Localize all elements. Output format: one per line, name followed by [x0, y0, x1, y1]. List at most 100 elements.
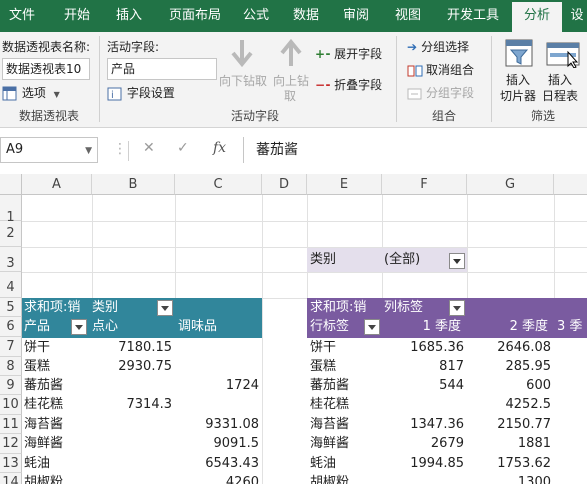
- pivot1-col-filter-dropdown[interactable]: [157, 300, 173, 316]
- pivot2-cell-g[interactable]: 1881: [467, 434, 554, 453]
- row-header[interactable]: 12: [0, 434, 22, 454]
- collapse-field-button[interactable]: −⁃ 折叠字段: [315, 76, 382, 93]
- pivot1-row-label[interactable]: 胡椒粉: [24, 473, 63, 484]
- tab-data[interactable]: 数据: [284, 0, 328, 32]
- col-header-e[interactable]: E: [307, 174, 382, 195]
- pivot2-cell-f[interactable]: 817: [382, 357, 467, 376]
- row-header[interactable]: 9: [0, 376, 22, 395]
- tab-insert[interactable]: 插入: [106, 0, 152, 32]
- options-chevron-icon: ▼: [53, 90, 60, 99]
- pivot-name-input[interactable]: 数据透视表10: [2, 58, 90, 80]
- row-header[interactable]: 8: [0, 357, 22, 376]
- col-header-b[interactable]: B: [92, 174, 175, 195]
- insert-timeline-button[interactable]: 插入: [548, 71, 572, 88]
- pivot1-cell-c[interactable]: 4260: [175, 473, 262, 484]
- function-icon[interactable]: fx: [213, 140, 226, 156]
- tab-analyze[interactable]: 分析: [512, 2, 562, 32]
- tab-view[interactable]: 视图: [386, 0, 430, 32]
- pivot1-row-label[interactable]: 海鲜酱: [24, 434, 63, 453]
- expand-field-button[interactable]: +⁃ 展开字段: [315, 45, 382, 62]
- tab-page-layout[interactable]: 页面布局: [160, 0, 230, 32]
- active-field-input[interactable]: 产品: [107, 58, 217, 80]
- name-box[interactable]: A9 ▼: [0, 137, 98, 163]
- row-header[interactable]: 3: [0, 247, 22, 272]
- pivot1-row-label-selected[interactable]: 蕃茄酱: [24, 376, 63, 395]
- pivot1-cell-c[interactable]: 9331.08: [175, 415, 262, 434]
- group-field-button[interactable]: 分组字段: [407, 84, 474, 101]
- pivot2-filter-value[interactable]: (全部): [384, 250, 420, 269]
- pivot2-cell-g[interactable]: 1753.62: [467, 454, 554, 473]
- pivot2-cell-g[interactable]: 600: [467, 376, 554, 395]
- field-settings-button[interactable]: i 字段设置: [107, 84, 175, 102]
- name-box-dropdown-icon[interactable]: ▼: [85, 139, 92, 163]
- pivot2-row-label[interactable]: 海鲜酱: [310, 434, 349, 453]
- select-all-corner[interactable]: [0, 174, 22, 195]
- pivot1-cell-c[interactable]: 6543.43: [175, 454, 262, 473]
- pivot2-cell-g[interactable]: 4252.5: [467, 395, 554, 414]
- pivot2-row-label[interactable]: 蕃茄酱: [310, 376, 349, 395]
- drill-down-button[interactable]: 向下钻取: [219, 72, 267, 89]
- tab-developer[interactable]: 开发工具: [440, 0, 506, 32]
- row-header[interactable]: 1: [0, 195, 22, 225]
- col-header-a[interactable]: A: [22, 174, 92, 195]
- pivot1-row-filter-dropdown[interactable]: [71, 319, 87, 335]
- pivot2-cell-g[interactable]: 2150.77: [467, 415, 554, 434]
- pivot2-cell-f[interactable]: 1685.36: [382, 338, 467, 357]
- row-header[interactable]: 2: [0, 221, 22, 247]
- pivot2-cell-f[interactable]: 2679: [382, 434, 467, 453]
- pivot2-row-label[interactable]: 胡椒粉: [310, 473, 349, 484]
- pivot1-row-label[interactable]: 饼干: [24, 338, 50, 357]
- ungroup-button[interactable]: 取消组合: [407, 61, 474, 78]
- pivot2-col-filter-dropdown[interactable]: [449, 300, 465, 316]
- row-header[interactable]: 7: [0, 337, 22, 357]
- col-header-g[interactable]: G: [467, 174, 554, 195]
- row-header[interactable]: 14: [0, 473, 22, 484]
- insert-slicer-button[interactable]: 插入: [506, 71, 530, 88]
- pivot1-row-label[interactable]: 桂花糕: [24, 395, 63, 414]
- pivot2-row-filter-dropdown[interactable]: [364, 319, 380, 335]
- pivot1-cell-c[interactable]: 1724: [175, 376, 262, 395]
- tab-home[interactable]: 开始: [52, 0, 102, 32]
- tab-file[interactable]: 文件: [0, 0, 44, 32]
- pivot2-row-label[interactable]: 饼干: [310, 338, 336, 357]
- group-selection-button[interactable]: ➔ 分组选择: [407, 38, 469, 55]
- row-header[interactable]: 5: [0, 298, 22, 317]
- pivot2-row-label[interactable]: 蛋糕: [310, 357, 336, 376]
- pivot2-cell-f[interactable]: 1994.85: [382, 454, 467, 473]
- pivot2-row-label[interactable]: 蚝油: [310, 454, 336, 473]
- tab-design-partial[interactable]: 设: [566, 0, 587, 32]
- formula-input[interactable]: 蕃茄酱: [243, 137, 587, 163]
- pivot2-cell-g[interactable]: 2646.08: [467, 338, 554, 357]
- pivot2-cell-g[interactable]: 1300: [467, 473, 554, 484]
- tab-review[interactable]: 审阅: [334, 0, 378, 32]
- worksheet-grid[interactable]: A B C D E F G 1 2 3 4 5 6 7 8 9 10 11 12…: [0, 174, 587, 484]
- timeline-icon: [546, 42, 580, 68]
- col-header-h-partial[interactable]: [554, 174, 587, 195]
- row-header[interactable]: 11: [0, 415, 22, 434]
- tab-formulas[interactable]: 公式: [236, 0, 276, 32]
- row-header[interactable]: 10: [0, 395, 22, 415]
- pivot1-row-label[interactable]: 蛋糕: [24, 357, 50, 376]
- col-header-d[interactable]: D: [262, 174, 307, 195]
- cancel-icon[interactable]: ✕: [143, 140, 155, 156]
- col-header-c[interactable]: C: [175, 174, 262, 195]
- pivot1-cell-b[interactable]: 7180.15: [92, 338, 175, 357]
- pivot2-cell-f[interactable]: 1347.36: [382, 415, 467, 434]
- enter-icon[interactable]: ✓: [177, 140, 189, 156]
- pivot2-row-label[interactable]: 海苔酱: [310, 415, 349, 434]
- pivot1-cell-c[interactable]: 9091.5: [175, 434, 262, 453]
- pivot2-filter-dropdown[interactable]: [449, 253, 465, 269]
- pivot2-cell-f[interactable]: 544: [382, 376, 467, 395]
- col-header-f[interactable]: F: [382, 174, 467, 195]
- options-button[interactable]: 选项 ▼: [2, 84, 60, 102]
- gridline: [22, 272, 587, 273]
- pivot1-cell-b[interactable]: 2930.75: [92, 357, 175, 376]
- row-header[interactable]: 6: [0, 317, 22, 337]
- pivot2-cell-g[interactable]: 285.95: [467, 357, 554, 376]
- pivot2-row-label[interactable]: 桂花糕: [310, 395, 349, 414]
- row-header[interactable]: 13: [0, 454, 22, 473]
- pivot1-row-label[interactable]: 蚝油: [24, 454, 50, 473]
- row-header[interactable]: 4: [0, 272, 22, 298]
- pivot1-row-label[interactable]: 海苔酱: [24, 415, 63, 434]
- pivot1-cell-b[interactable]: 7314.3: [92, 395, 175, 414]
